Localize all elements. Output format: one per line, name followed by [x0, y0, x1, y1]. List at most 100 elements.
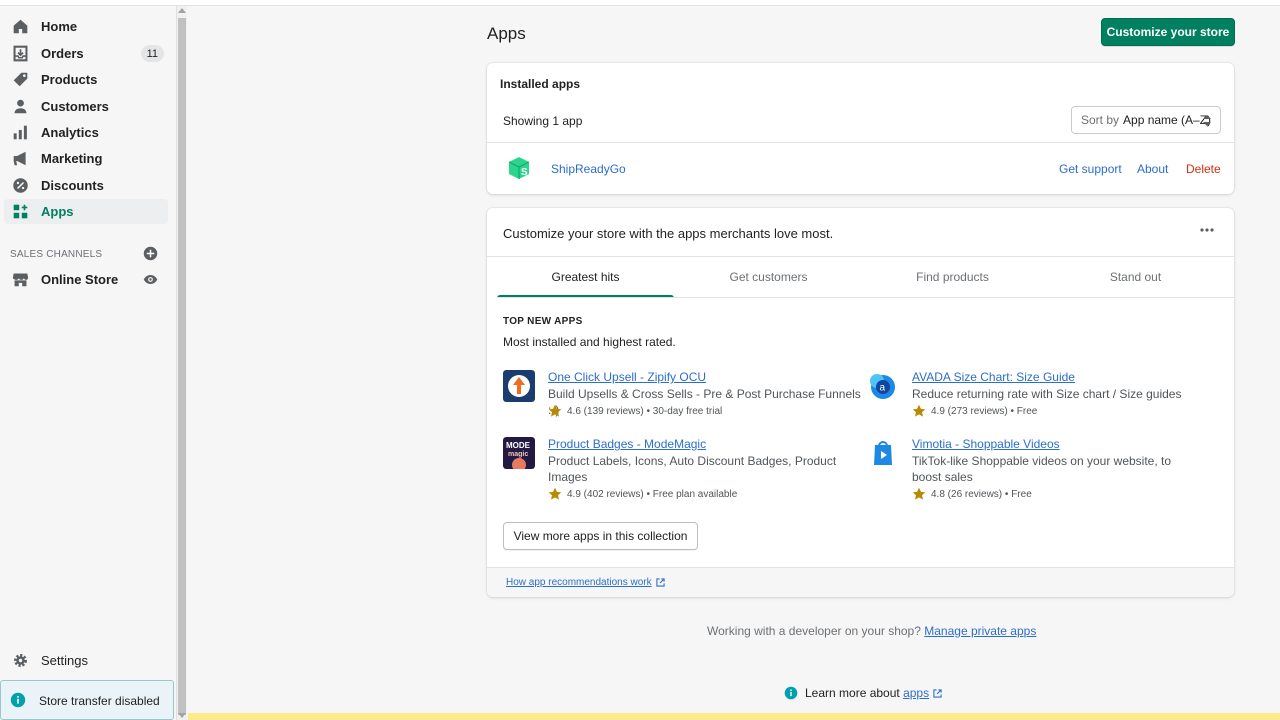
sidebar-item-home[interactable]: Home — [4, 14, 168, 39]
recommended-app-link[interactable]: AVADA Size Chart: Size Guide — [912, 370, 1075, 384]
section-subtitle: Most installed and highest rated. — [503, 335, 676, 349]
svg-text:magic: magic — [508, 451, 528, 458]
sidebar-item-label: Discounts — [41, 178, 104, 193]
tab-greatest-hits[interactable]: Greatest hits — [497, 257, 674, 298]
store-transfer-text: Store transfer disabled — [39, 694, 160, 708]
star-icon — [912, 404, 926, 417]
sales-channels-heading: SALES CHANNELS — [10, 249, 103, 260]
sidebar-item-label: Home — [41, 19, 78, 34]
sidebar-item-discounts[interactable]: Discounts — [4, 173, 168, 198]
sidebar-item-label: Marketing — [41, 151, 103, 166]
learn-more-text: Learn more about — [805, 686, 900, 700]
recommendations-info-link[interactable]: How app recommendations work — [506, 577, 665, 588]
sidebar-item-label: Settings — [41, 653, 88, 668]
sidebar: Home Orders 11 Products Customers Analyt… — [0, 6, 176, 720]
recommend-heading: Customize your store with the apps merch… — [503, 226, 834, 241]
external-link-icon — [655, 578, 665, 587]
recommended-app-rating: 4.9 (402 reviews) • Free plan available — [548, 487, 737, 501]
recommended-app-desc: TikTok-like Shoppable videos on your web… — [912, 454, 1172, 484]
modemagic-logo-icon: MODEmagic — [503, 437, 535, 469]
star-icon — [912, 487, 926, 500]
recommended-app-link[interactable]: Product Badges ‑ ModeMagic — [548, 437, 706, 451]
recommended-apps-card: Customize your store with the apps merch… — [487, 208, 1234, 597]
divider — [487, 142, 1234, 143]
divider — [497, 297, 1234, 298]
add-sales-channel-icon[interactable] — [143, 246, 158, 261]
recommended-app-item: MODE magic Product Badges ‑ ModeMagic Pro… — [503, 437, 848, 503]
card-footer: How app recommendations work — [487, 567, 1234, 597]
star-icon — [548, 404, 562, 417]
info-icon — [10, 692, 26, 708]
tab-find-products[interactable]: Find products — [864, 257, 1041, 297]
scroll-up-icon[interactable] — [178, 8, 186, 13]
vimotia-logo-icon — [874, 441, 892, 465]
manage-private-apps-link[interactable]: Manage private apps — [924, 624, 1036, 638]
svg-text:S: S — [521, 167, 528, 178]
customize-store-button[interactable]: Customize your store — [1101, 18, 1235, 46]
recommended-app-link[interactable]: One Click Upsell ‑ Zipify OCU — [548, 370, 706, 384]
sidebar-item-settings[interactable]: Settings — [4, 648, 168, 673]
sidebar-item-label: Customers — [41, 99, 109, 114]
bottom-yellow-strip — [188, 713, 1280, 720]
top-bar — [0, 0, 1280, 6]
store-icon — [12, 273, 29, 287]
recommended-app-item: a AVADA Size Chart: Size Guide Reduce re… — [867, 370, 1212, 420]
discount-icon — [13, 178, 28, 193]
sort-select[interactable]: Sort by App name (A–Z) — [1071, 106, 1221, 134]
view-more-apps-button[interactable]: View more apps in this collection — [503, 522, 698, 550]
recommended-app-item: Vimotia ‑ Shoppable Videos TikTok-like S… — [867, 437, 1212, 503]
get-support-link[interactable]: Get support — [1059, 162, 1122, 176]
sidebar-item-customers[interactable]: Customers — [4, 94, 168, 119]
recommended-app-rating: 4.9 (273 reviews) • Free — [912, 404, 1037, 418]
sidebar-item-orders[interactable]: Orders 11 — [4, 41, 168, 66]
sidebar-item-apps[interactable]: Apps — [4, 199, 168, 224]
delete-link[interactable]: Delete — [1186, 162, 1221, 176]
gear-icon — [14, 654, 27, 667]
more-options-icon[interactable] — [1200, 224, 1214, 236]
tab-stand-out[interactable]: Stand out — [1047, 257, 1224, 297]
recommended-app-desc: Product Labels, Icons, Auto Discount Bad… — [548, 454, 837, 484]
sidebar-item-analytics[interactable]: Analytics — [4, 120, 168, 145]
sidebar-scrollbar[interactable] — [176, 6, 187, 720]
sidebar-item-label: Orders — [41, 46, 84, 61]
star-icon — [548, 487, 562, 500]
recommended-app-link[interactable]: Vimotia ‑ Shoppable Videos — [912, 437, 1060, 451]
tag-icon — [13, 72, 28, 87]
eye-icon[interactable] — [143, 272, 158, 287]
zipify-logo-icon — [503, 370, 535, 402]
avada-logo-icon: a — [870, 374, 895, 399]
sidebar-item-label: Products — [41, 72, 98, 87]
developer-text: Working with a developer on your shop? — [707, 624, 921, 638]
orders-count-badge: 11 — [140, 45, 164, 62]
sidebar-item-label: Apps — [41, 204, 74, 219]
orders-icon — [13, 45, 28, 62]
person-icon — [14, 99, 27, 114]
scroll-thumb[interactable] — [178, 18, 186, 715]
installed-apps-card: Installed apps Showing 1 app Sort by App… — [487, 63, 1234, 194]
recommended-app-desc: Reduce returning rate with Size chart / … — [912, 387, 1182, 401]
shipreadygo-logo-icon: S — [508, 157, 530, 179]
store-transfer-banner: Store transfer disabled — [0, 680, 174, 720]
sort-value: App name (A–Z) — [1123, 113, 1212, 127]
select-chevron-icon — [1203, 115, 1211, 126]
sidebar-item-marketing[interactable]: Marketing — [4, 146, 168, 171]
info-icon — [784, 686, 798, 700]
tab-get-customers[interactable]: Get customers — [680, 257, 857, 297]
installed-apps-title: Installed apps — [500, 77, 581, 91]
sort-prefix: Sort by — [1081, 113, 1120, 127]
sidebar-item-products[interactable]: Products — [4, 67, 168, 92]
megaphone-icon — [13, 151, 26, 166]
sidebar-item-label: Analytics — [41, 125, 99, 140]
recommended-app-rating: 4.6 (139 reviews) • 30-day free trial — [548, 404, 722, 418]
showing-count: Showing 1 app — [503, 114, 583, 128]
scroll-down-icon[interactable] — [178, 713, 186, 718]
learn-more-apps-link[interactable]: apps — [903, 686, 929, 700]
svg-text:a: a — [880, 383, 886, 394]
recommended-app-item: One Click Upsell ‑ Zipify OCU Build Upse… — [503, 370, 861, 420]
page-title: Apps — [487, 24, 526, 43]
home-icon — [13, 19, 28, 34]
installed-app-link[interactable]: ShipReadyGo — [551, 162, 626, 176]
apps-icon — [13, 204, 28, 219]
about-link[interactable]: About — [1137, 162, 1168, 176]
bar-chart-icon — [13, 125, 27, 140]
